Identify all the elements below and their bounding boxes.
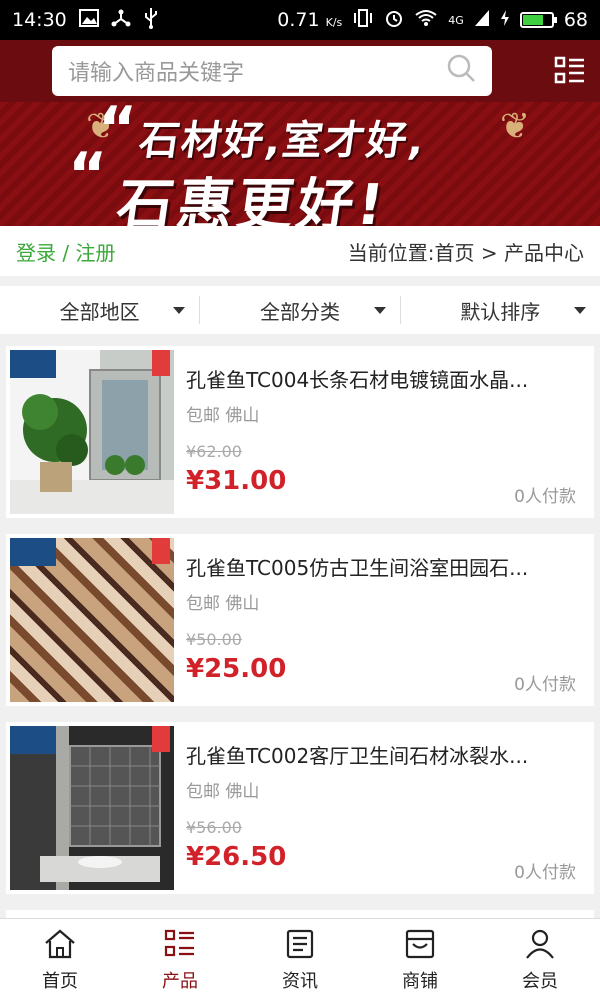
usb-icon bbox=[143, 7, 159, 34]
filter-region[interactable]: 全部地区 bbox=[0, 296, 199, 324]
tab-member[interactable]: 会员 bbox=[480, 919, 600, 1000]
product-item[interactable]: 孔雀鱼TC002客厅卫生间石材冰裂水... 包邮 佛山 ¥56.00 ¥26.5… bbox=[6, 722, 594, 894]
caret-down-icon bbox=[573, 307, 586, 314]
badge-icon bbox=[152, 350, 170, 376]
product-image[interactable] bbox=[10, 726, 174, 890]
filter-bar: 全部地区 全部分类 默认排序 bbox=[0, 286, 600, 334]
brand-logo bbox=[10, 726, 56, 754]
share-icon bbox=[111, 8, 131, 33]
product-item[interactable]: 孔雀鱼TC005仿古卫生间浴室田园石... 包邮 佛山 ¥50.00 ¥25.0… bbox=[6, 534, 594, 706]
product-meta: 包邮 佛山 bbox=[186, 782, 260, 802]
wifi-icon bbox=[414, 9, 438, 32]
alarm-icon bbox=[384, 8, 404, 33]
status-time: 14:30 bbox=[12, 9, 67, 31]
badge-icon bbox=[152, 538, 170, 564]
banner-line-1: 石材好,室才好, bbox=[136, 118, 430, 164]
caret-down-icon bbox=[373, 307, 386, 314]
charging-icon bbox=[500, 9, 510, 32]
header: 请输入商品关键字 bbox=[0, 40, 600, 102]
promo-banner[interactable]: ❦ ❦ “ “ 石材好,室才好, 石惠更好! bbox=[0, 102, 600, 226]
original-price: ¥56.00 bbox=[186, 818, 242, 837]
search-placeholder: 请输入商品关键字 bbox=[68, 61, 245, 86]
tab-label: 资讯 bbox=[282, 970, 318, 992]
battery-icon bbox=[519, 12, 557, 28]
vibrate-icon bbox=[352, 8, 374, 33]
original-price: ¥62.00 bbox=[186, 442, 242, 461]
caret-down-icon bbox=[173, 307, 186, 314]
product-item[interactable]: 孔雀鱼TC004长条石材电镀镜面水晶... 包邮 佛山 ¥62.00 ¥31.0… bbox=[6, 346, 594, 518]
sales-count: 0人付款 bbox=[514, 863, 576, 883]
search-input[interactable]: 请输入商品关键字 bbox=[52, 46, 492, 96]
tab-label: 商铺 bbox=[402, 970, 438, 992]
menu-icon[interactable] bbox=[554, 55, 586, 87]
search-icon[interactable] bbox=[446, 53, 476, 89]
tab-label: 产品 bbox=[162, 970, 198, 992]
bottom-tab-bar: 首页 产品 资讯 商铺 会员 bbox=[0, 918, 600, 1000]
brand-logo bbox=[10, 538, 56, 566]
brand-logo bbox=[10, 350, 56, 378]
signal-icon bbox=[474, 9, 490, 32]
ornament-icon: ❦ bbox=[500, 106, 531, 147]
original-price: ¥50.00 bbox=[186, 630, 242, 649]
banner-line-2: 石惠更好! bbox=[112, 173, 392, 226]
news-icon bbox=[286, 929, 314, 958]
battery-level: 68 bbox=[563, 9, 588, 31]
badge-icon bbox=[152, 726, 170, 752]
tab-label: 首页 bbox=[42, 970, 78, 992]
tab-news[interactable]: 资讯 bbox=[240, 919, 360, 1000]
quote-mark-open: “ bbox=[68, 140, 108, 210]
store-icon bbox=[405, 929, 435, 958]
tab-home[interactable]: 首页 bbox=[0, 919, 120, 1000]
product-title[interactable]: 孔雀鱼TC002客厅卫生间石材冰裂水... bbox=[186, 740, 578, 769]
product-image[interactable] bbox=[10, 350, 174, 514]
network-speed: 0.71 K/s bbox=[277, 9, 343, 31]
filter-label: 全部地区 bbox=[59, 299, 140, 324]
product-meta: 包邮 佛山 bbox=[186, 406, 260, 426]
product-image[interactable] bbox=[10, 538, 174, 702]
filter-label: 默认排序 bbox=[460, 299, 541, 324]
sales-count: 0人付款 bbox=[514, 675, 576, 695]
network-type: 4G bbox=[448, 13, 464, 27]
product-list-icon bbox=[164, 929, 194, 956]
product-title[interactable]: 孔雀鱼TC005仿古卫生间浴室田园石... bbox=[186, 552, 578, 581]
login-register-link[interactable]: 登录 / 注册 bbox=[16, 237, 115, 266]
sale-price: ¥31.00 bbox=[186, 466, 287, 496]
breadcrumb: 当前位置:首页 > 产品中心 bbox=[347, 240, 584, 265]
tab-label: 会员 bbox=[522, 970, 558, 992]
product-title[interactable]: 孔雀鱼TC004长条石材电镀镜面水晶... bbox=[186, 364, 578, 393]
status-bar: 14:30 0.71 K/s 4G 68 bbox=[0, 0, 600, 40]
home-icon bbox=[45, 929, 75, 958]
filter-sort[interactable]: 默认排序 bbox=[399, 296, 600, 324]
tab-store[interactable]: 商铺 bbox=[360, 919, 480, 1000]
filter-label: 全部分类 bbox=[259, 299, 340, 324]
breadcrumb-bar: 登录 / 注册 当前位置:首页 > 产品中心 bbox=[0, 226, 600, 276]
sales-count: 0人付款 bbox=[514, 487, 576, 507]
filter-category[interactable]: 全部分类 bbox=[199, 296, 399, 324]
tab-products[interactable]: 产品 bbox=[120, 919, 240, 1000]
sale-price: ¥25.00 bbox=[186, 654, 287, 684]
user-icon bbox=[526, 929, 554, 959]
sale-price: ¥26.50 bbox=[186, 842, 287, 872]
product-meta: 包邮 佛山 bbox=[186, 594, 260, 614]
image-icon bbox=[78, 8, 99, 32]
